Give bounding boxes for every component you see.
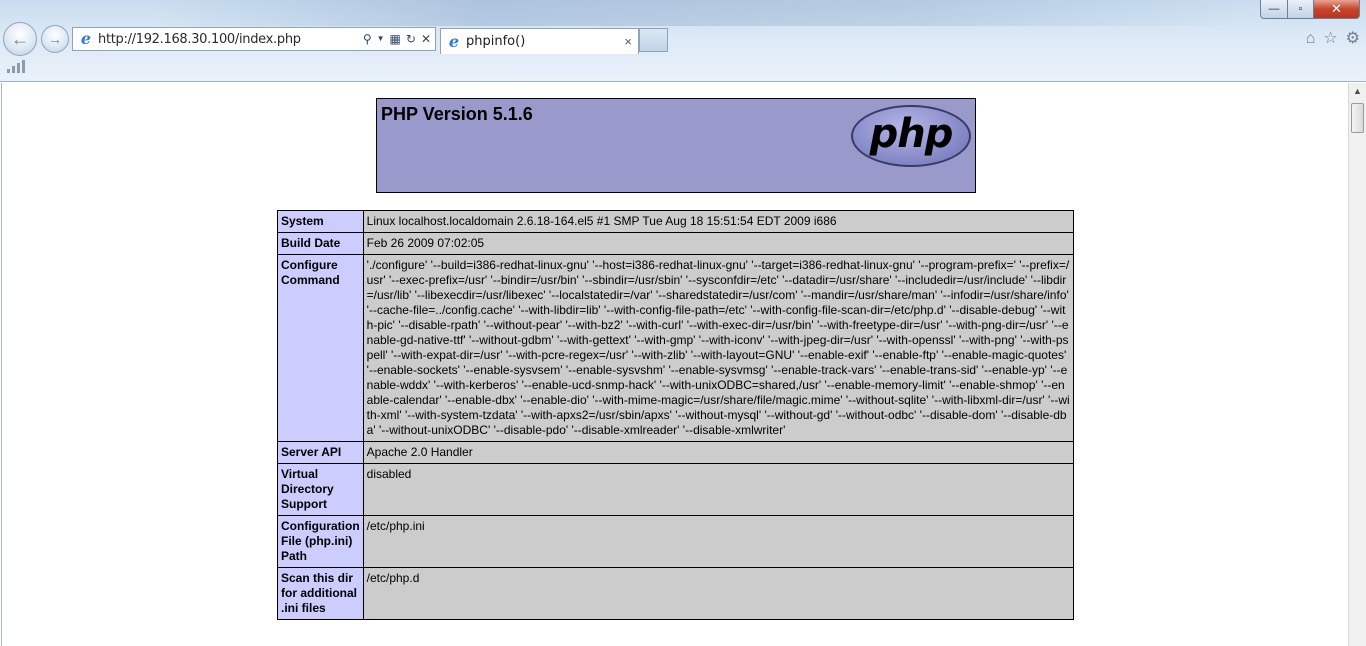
- php-info-table: System Linux localhost.localdomain 2.6.1…: [277, 210, 1075, 620]
- tab-phpinfo[interactable]: e phpinfo() ×: [440, 28, 639, 54]
- scroll-up-arrow-icon[interactable]: ▲: [1349, 83, 1366, 100]
- home-icon[interactable]: ⌂: [1306, 29, 1316, 49]
- signal-icon: [7, 60, 25, 73]
- page-viewport: PHP Version 5.1.6 php System Linux local…: [1, 83, 1348, 646]
- row-label: Configuration File (php.ini) Path: [277, 515, 364, 568]
- row-label: Scan this dir for additional .ini files: [277, 567, 364, 620]
- row-label: Server API: [277, 441, 364, 464]
- table-row: Build Date Feb 26 2009 07:02:05: [277, 232, 1075, 255]
- row-value: /etc/php.ini: [362, 515, 1075, 568]
- new-tab-button[interactable]: [639, 28, 668, 52]
- title-bar-glow: [150, 0, 1250, 26]
- forward-button[interactable]: →: [41, 25, 69, 53]
- tab-close-button[interactable]: ×: [624, 34, 632, 49]
- ie-icon: e: [80, 29, 92, 48]
- vertical-scrollbar[interactable]: ▲: [1348, 83, 1366, 646]
- ie-icon: e: [448, 31, 460, 51]
- table-row: Configure Command './configure' '--build…: [277, 254, 1075, 442]
- minimize-button[interactable]: —: [1260, 0, 1288, 19]
- row-value: Feb 26 2009 07:02:05: [362, 232, 1075, 255]
- compat-view-icon[interactable]: ▦: [390, 31, 401, 47]
- page-title: PHP Version 5.1.6: [381, 104, 533, 124]
- row-label: Configure Command: [277, 254, 364, 442]
- window-controls: — ▫ ✕: [1260, 0, 1360, 19]
- address-bar[interactable]: e http://192.168.30.100/index.php ⚲ ▼ ▦ …: [72, 27, 436, 51]
- table-row: Configuration File (php.ini) Path /etc/p…: [277, 515, 1075, 568]
- maximize-button[interactable]: ▫: [1288, 0, 1314, 19]
- php-header: PHP Version 5.1.6 php: [376, 98, 976, 193]
- forward-arrow-icon: →: [48, 31, 62, 47]
- row-label: Build Date: [277, 232, 364, 255]
- url-input[interactable]: http://192.168.30.100/index.php: [98, 32, 358, 47]
- row-value: Apache 2.0 Handler: [362, 441, 1075, 464]
- close-window-button[interactable]: ✕: [1314, 0, 1360, 19]
- gear-icon[interactable]: ⚙: [1346, 29, 1360, 49]
- table-row: Server API Apache 2.0 Handler: [277, 441, 1075, 464]
- row-label: System: [277, 210, 364, 233]
- row-value: Linux localhost.localdomain 2.6.18-164.e…: [362, 210, 1075, 233]
- php-logo[interactable]: php: [851, 105, 971, 167]
- row-value: disabled: [362, 463, 1075, 516]
- address-tools: ⚲ ▼ ▦ ↻ ✕: [358, 31, 435, 47]
- php-logo-text: php: [869, 111, 954, 157]
- row-value: './configure' '--build=i386-redhat-linux…: [362, 254, 1075, 442]
- favorites-star-icon[interactable]: ☆: [1323, 29, 1337, 49]
- browser-tools: ⌂ ☆ ⚙: [1298, 29, 1360, 49]
- refresh-icon[interactable]: ↻: [406, 31, 416, 47]
- tab-title: phpinfo(): [466, 34, 526, 49]
- scroll-thumb[interactable]: [1351, 103, 1364, 133]
- dropdown-icon[interactable]: ▼: [377, 31, 385, 47]
- back-arrow-icon: ←: [11, 28, 29, 49]
- browser-chrome: — ▫ ✕ ← → e http://192.168.30.100/index.…: [0, 0, 1366, 82]
- back-button[interactable]: ←: [3, 22, 37, 56]
- table-row: Scan this dir for additional .ini files …: [277, 567, 1075, 620]
- row-value: /etc/php.d: [362, 567, 1075, 620]
- search-icon[interactable]: ⚲: [363, 31, 372, 47]
- table-row: Virtual Directory Support disabled: [277, 463, 1075, 516]
- table-row: System Linux localhost.localdomain 2.6.1…: [277, 210, 1075, 233]
- row-label: Virtual Directory Support: [277, 463, 364, 516]
- stop-icon[interactable]: ✕: [421, 31, 431, 47]
